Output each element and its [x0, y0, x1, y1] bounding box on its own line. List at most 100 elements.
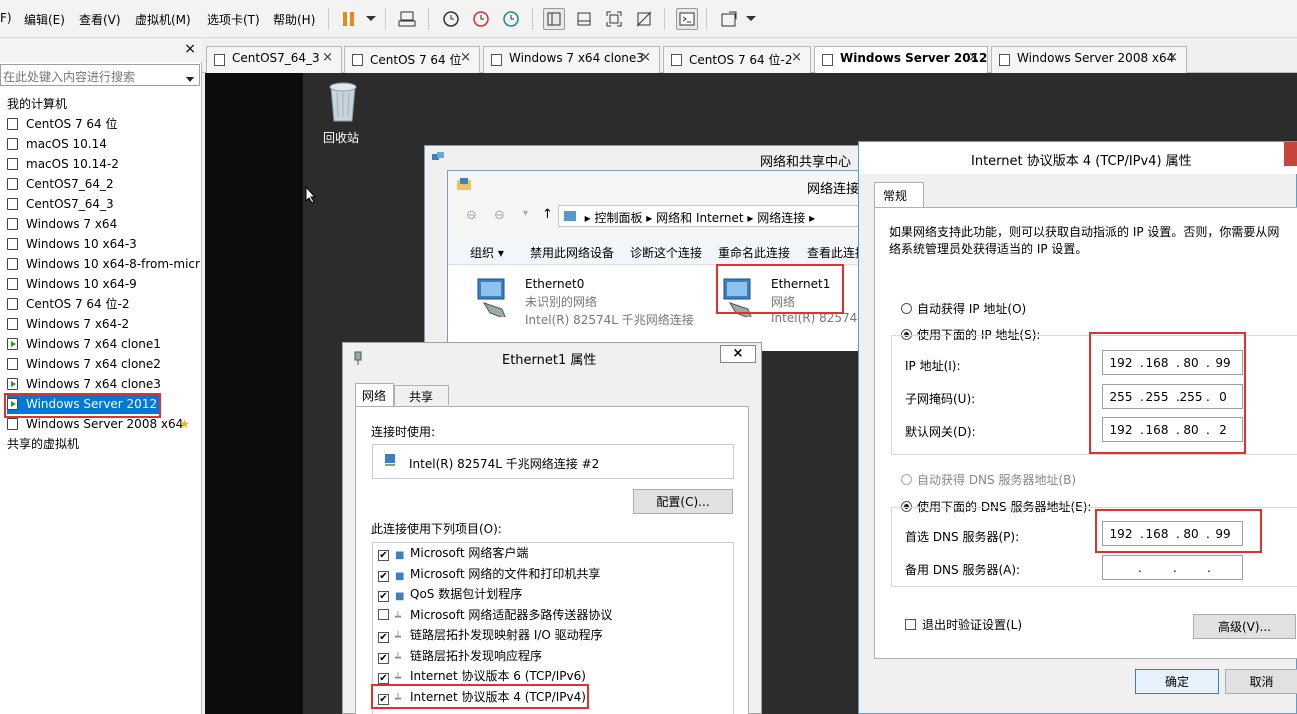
tab-win7-clone3[interactable]: Windows 7 x64 clone3 ×	[483, 46, 660, 73]
recycle-bin-icon[interactable]	[323, 79, 363, 123]
network-connections-window: 网络连接 ⊖ ⊖ ▾ ↑ ▸ 控制面板 ▸ 网络和 Internet ▸ 网络连…	[447, 170, 868, 351]
menu-view[interactable]: 查看(V)	[79, 11, 121, 28]
tree-shared-vms[interactable]: 共享的虚拟机	[7, 434, 79, 454]
diagnose-button[interactable]: 诊断这个连接	[630, 244, 702, 261]
component-label: 链路层拓扑发现响应程序	[410, 648, 543, 663]
component-label: QoS 数据包计划程序	[410, 587, 523, 601]
unity-icon[interactable]	[633, 8, 655, 30]
cancel-button[interactable]: 取消	[1225, 669, 1297, 694]
component-item[interactable]: ✔ ■ QoS 数据包计划程序	[378, 584, 522, 604]
sidebar-vm-item[interactable]: Windows 7 x64	[7, 214, 117, 234]
sidebar-vm-item[interactable]: Windows 10 x64-3	[7, 234, 137, 254]
send-keys-icon[interactable]	[396, 8, 418, 30]
console-icon[interactable]	[676, 8, 698, 30]
component-icon: ┷	[395, 673, 402, 684]
tab-general[interactable]: 常规	[874, 182, 924, 208]
rename-button[interactable]: 重命名此连接	[718, 244, 790, 261]
ok-button[interactable]: 确定	[1135, 669, 1219, 694]
sidebar-vm-item[interactable]: macOS 10.14	[7, 134, 107, 154]
component-item[interactable]: ┷ Microsoft 网络适配器多路传送器协议	[378, 605, 612, 625]
close-icon[interactable]: ×	[720, 345, 756, 363]
chevron-down-icon[interactable]	[360, 8, 382, 30]
history-dropdown-icon[interactable]: ▾	[523, 208, 528, 219]
sidebar-vm-item[interactable]: Windows 7 x64 clone2	[4, 354, 161, 374]
tab-windows-server-2012[interactable]: Windows Server 2012 ×	[814, 46, 988, 74]
up-icon[interactable]: ↑	[542, 207, 553, 222]
vm-icon	[4, 375, 18, 390]
tab-sharing[interactable]: 共享	[394, 385, 449, 405]
library-sidebar: × 在此处键入内容进行搜索 我的计算机 CentOS 7 64 位 macOS 1…	[0, 38, 202, 714]
disable-device-button[interactable]: 禁用此网络设备	[530, 244, 614, 261]
component-checkbox[interactable]: ✔	[378, 673, 389, 684]
library-search-input[interactable]: 在此处键入内容进行搜索	[0, 64, 200, 86]
highlight-box	[371, 684, 589, 709]
sidebar-vm-item[interactable]: CentOS7_64_2	[7, 174, 114, 194]
eth-dialog-title: Ethernet1 属性	[502, 353, 597, 368]
vm-icon	[4, 315, 18, 330]
sidebar-vm-item[interactable]: macOS 10.14-2	[7, 154, 119, 174]
menu-vm[interactable]: 虚拟机(M)	[135, 11, 191, 28]
alternate-dns-input[interactable]: ...	[1102, 555, 1243, 580]
tab-windows-server-2008[interactable]: Windows Server 2008 x64 ×	[991, 46, 1187, 73]
close-icon[interactable]: ×	[184, 41, 196, 57]
component-item[interactable]: ✔ ■ Microsoft 网络客户端	[378, 543, 528, 563]
back-icon[interactable]: ⊖	[466, 208, 477, 223]
sidebar-vm-item[interactable]: Windows 7 x64 clone3	[4, 374, 161, 394]
sidebar-vm-item[interactable]: Windows 7 x64 clone1	[4, 334, 161, 354]
stretch-dropdown-icon[interactable]	[740, 8, 762, 30]
pause-icon[interactable]	[338, 8, 360, 30]
menu-edit[interactable]: 编辑(E)	[24, 11, 65, 28]
stretch-icon[interactable]	[718, 8, 740, 30]
vm-label: macOS 10.14	[26, 137, 107, 151]
favorite-star-icon[interactable]: ★	[179, 414, 190, 434]
menu-help[interactable]: 帮助(H)	[273, 11, 315, 28]
organize-menu[interactable]: 组织 ▾	[470, 244, 504, 261]
network-adapter-icon[interactable]	[474, 273, 514, 320]
component-item[interactable]: ✔ ■ Microsoft 网络的文件和打印机共享	[378, 564, 600, 584]
tab-centos7-64-2[interactable]: CentOS 7 64 位-2 ×	[663, 46, 811, 73]
component-checkbox[interactable]: ✔	[378, 570, 389, 582]
component-checkbox[interactable]: ✔	[378, 591, 389, 602]
component-checkbox[interactable]: ✔	[378, 652, 389, 664]
vm-icon	[7, 218, 18, 230]
tab-centos7-64-3[interactable]: CentOS7_64_3 ×	[206, 46, 342, 73]
component-checkbox[interactable]	[378, 608, 389, 620]
component-item[interactable]: ✔ ┷ 链路层拓扑发现映射器 I/O 驱动程序	[378, 625, 603, 645]
validate-on-exit-checkbox[interactable]: 退出时验证设置(L)	[905, 616, 1022, 633]
ip-address-label: IP 地址(I):	[905, 359, 961, 373]
configure-button[interactable]: 配置(C)...	[633, 489, 733, 514]
close-icon[interactable]	[1284, 142, 1297, 166]
sidebar-toggle-icon[interactable]	[543, 8, 565, 30]
component-item[interactable]: ✔ ┷ Internet 协议版本 6 (TCP/IPv6)	[378, 666, 586, 686]
forward-icon[interactable]: ⊖	[494, 208, 505, 223]
vm-label: Windows 10 x64-3	[26, 237, 137, 251]
sidebar-vm-item[interactable]: CentOS 7 64 位-2	[7, 294, 129, 314]
vm-icon	[671, 54, 682, 66]
adapter-ethernet0-name[interactable]: Ethernet0	[525, 277, 584, 291]
sidebar-vm-item[interactable]: CentOS7_64_3	[7, 194, 114, 214]
fullscreen-icon[interactable]	[603, 8, 625, 30]
auto-dns-radio[interactable]: 自动获得 DNS 服务器地址(B)	[901, 471, 1076, 488]
snapshot-manager-icon[interactable]	[500, 8, 522, 30]
close-tab-icon: ×	[791, 50, 802, 65]
sidebar-vm-item[interactable]: Windows 10 x64-8-from-micro	[7, 254, 200, 274]
tab-network[interactable]: 网络	[355, 383, 394, 407]
advanced-button[interactable]: 高级(V)...	[1193, 614, 1296, 639]
items-label: 此连接使用下列项目(O):	[371, 522, 502, 536]
tree-root-my-computer[interactable]: 我的计算机	[7, 94, 67, 114]
sidebar-vm-item[interactable]: CentOS 7 64 位	[7, 114, 117, 134]
sidebar-vm-item[interactable]: Windows 10 x64-9	[7, 274, 137, 294]
component-item[interactable]: ✔ ┷ 链路层拓扑发现响应程序	[378, 646, 542, 666]
tab-centos7-64[interactable]: CentOS 7 64 位 ×	[344, 46, 480, 73]
sidebar-vm-item[interactable]: Windows 7 x64-2	[4, 314, 129, 334]
auto-ip-radio[interactable]: 自动获得 IP 地址(O)	[901, 300, 1026, 317]
vm-label: Windows 7 x64 clone1	[26, 337, 161, 351]
thumbnail-bar-icon[interactable]	[573, 8, 595, 30]
address-bar[interactable]: ▸ 控制面板 ▸ 网络和 Internet ▸ 网络连接 ▸	[558, 205, 868, 227]
component-checkbox[interactable]: ✔	[378, 632, 389, 643]
menu-file[interactable]: F)	[0, 11, 12, 25]
menu-tabs[interactable]: 选项卡(T)	[207, 11, 260, 28]
component-checkbox[interactable]: ✔	[378, 550, 389, 561]
revert-snapshot-icon[interactable]	[470, 8, 492, 30]
snapshot-icon[interactable]	[440, 8, 462, 30]
